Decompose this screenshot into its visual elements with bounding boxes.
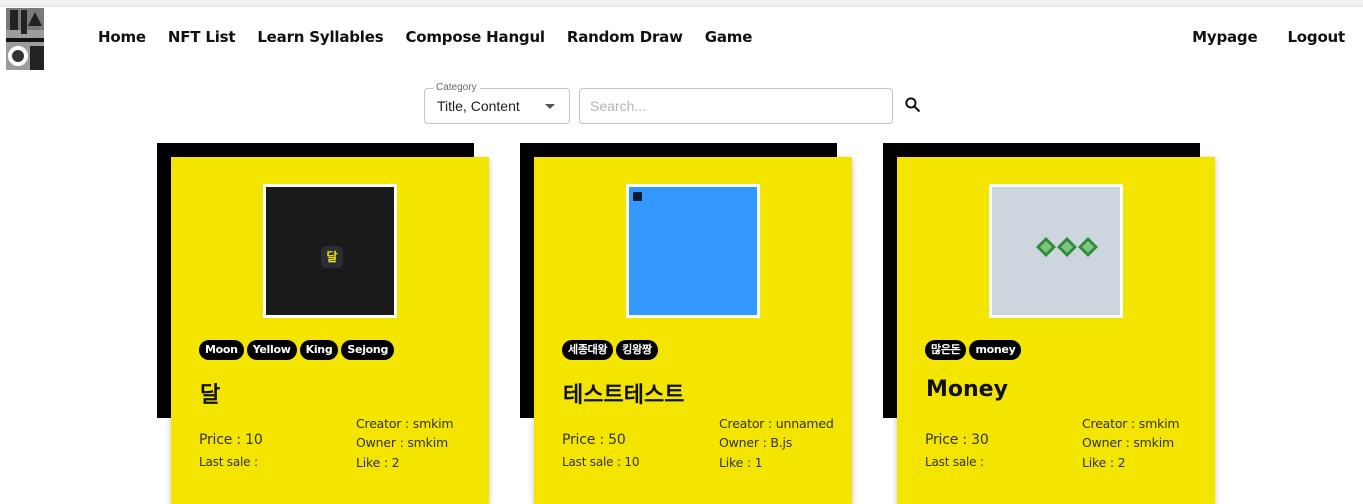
chevron-down-icon — [545, 104, 555, 109]
nft-last-sale: Last sale : 10 — [562, 455, 640, 469]
search-icon[interactable] — [903, 95, 923, 115]
nft-owner: Owner : B.js — [719, 435, 793, 450]
nft-like: Like : 2 — [1082, 455, 1126, 470]
tag-list: 세종대왕 킹왕짱 — [562, 340, 658, 360]
nft-card[interactable]: 달 Moon Yellow King Sejong 달 Price : 10 L… — [157, 143, 489, 504]
tag[interactable]: money — [969, 340, 1022, 360]
nft-card[interactable]: 세종대왕 킹왕짱 테스트테스트 Price : 50 Last sale : 1… — [520, 143, 852, 504]
tag[interactable]: Yellow — [246, 340, 297, 360]
nft-card[interactable]: 많은돈 money Money Price : 30 Last sale : C… — [883, 143, 1215, 504]
nft-thumbnail[interactable]: 달 — [263, 184, 397, 318]
nft-owner: Owner : smkim — [1082, 435, 1174, 450]
nft-like: Like : 1 — [719, 455, 763, 470]
nft-thumbnail[interactable] — [626, 184, 760, 318]
category-value: Title, Content — [437, 98, 520, 114]
nft-last-sale: Last sale : — [925, 455, 984, 469]
search-input[interactable] — [579, 88, 893, 124]
nft-creator: Creator : smkim — [356, 416, 454, 431]
nav-random-draw[interactable]: Random Draw — [567, 28, 683, 46]
tag[interactable]: 킹왕짱 — [616, 340, 658, 360]
nft-last-sale: Last sale : — [199, 455, 258, 469]
tag[interactable]: King — [299, 340, 339, 360]
nft-creator: Creator : smkim — [1082, 416, 1180, 431]
nft-title: Money — [926, 377, 1008, 402]
nav-game[interactable]: Game — [705, 28, 753, 46]
nft-price: Price : 10 — [199, 432, 263, 448]
nav-nft-list[interactable]: NFT List — [168, 28, 236, 46]
nav-compose-hangul[interactable]: Compose Hangul — [405, 28, 545, 46]
tag[interactable]: Moon — [199, 340, 244, 360]
site-logo[interactable] — [6, 8, 44, 70]
nft-title: 테스트테스트 — [563, 383, 685, 408]
tag-list: Moon Yellow King Sejong — [199, 340, 395, 360]
nft-price: Price : 50 — [562, 432, 626, 448]
tag-list: 많은돈 money — [925, 340, 1022, 360]
tag[interactable]: 세종대왕 — [562, 340, 614, 360]
nft-thumbnail[interactable] — [989, 184, 1123, 318]
main-nav: Home NFT List Learn Syllables Compose Ha… — [98, 28, 774, 46]
nft-creator: Creator : unnamed — [719, 416, 834, 431]
card-body: 달 Moon Yellow King Sejong 달 Price : 10 L… — [171, 157, 489, 504]
money-glyph-icon — [1036, 237, 1098, 257]
category-label: Category — [433, 82, 480, 93]
category-select[interactable]: Category Title, Content — [424, 82, 570, 124]
glyph-label: 달 — [326, 250, 338, 264]
nav-logout[interactable]: Logout — [1287, 28, 1345, 46]
card-body: 많은돈 money Money Price : 30 Last sale : C… — [897, 157, 1215, 504]
nft-price: Price : 30 — [925, 432, 989, 448]
card-body: 세종대왕 킹왕짱 테스트테스트 Price : 50 Last sale : 1… — [534, 157, 852, 504]
tag[interactable]: Sejong — [341, 340, 395, 360]
top-border — [0, 0, 1363, 7]
tag[interactable]: 많은돈 — [925, 340, 967, 360]
nft-like: Like : 2 — [356, 455, 400, 470]
nft-title: 달 — [200, 383, 221, 408]
nft-owner: Owner : smkim — [356, 435, 448, 450]
nav-learn-syllables[interactable]: Learn Syllables — [257, 28, 383, 46]
nav-mypage[interactable]: Mypage — [1192, 28, 1257, 46]
account-nav: Mypage Logout — [1192, 28, 1345, 46]
nav-home[interactable]: Home — [98, 28, 146, 46]
